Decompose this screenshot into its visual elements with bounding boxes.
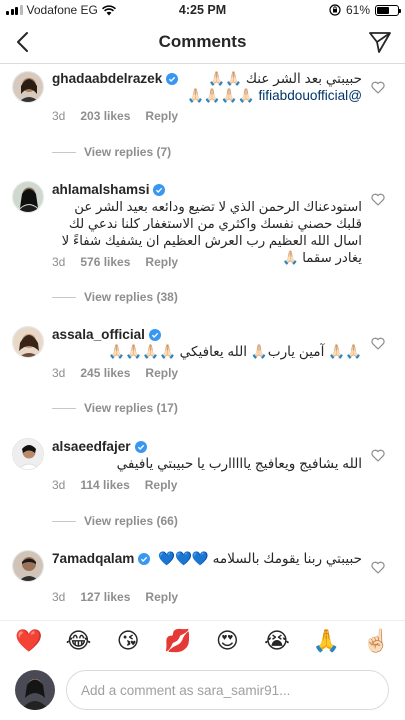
like-heart-icon[interactable] [371, 81, 385, 94]
comment-likes[interactable]: 203 likes [80, 109, 130, 123]
like-heart-icon[interactable] [371, 337, 385, 350]
view-replies-label: View replies (7) [84, 145, 172, 159]
verified-badge-icon [166, 72, 179, 85]
emoji-tears-of-joy-button[interactable]: 😂 [63, 628, 93, 653]
emoji-pray-button[interactable]: 🙏 [312, 628, 342, 653]
like-heart-icon[interactable] [371, 193, 385, 206]
like-heart-icon[interactable] [371, 449, 385, 462]
comment-input[interactable] [66, 670, 389, 710]
divider [52, 296, 76, 298]
comment-composer [0, 662, 405, 720]
comment-likes[interactable]: 576 likes [80, 255, 130, 269]
comment-time: 3d [52, 478, 66, 492]
view-replies-button[interactable]: View replies (66) [52, 514, 178, 528]
comment-username[interactable]: 7amadqalam [52, 550, 134, 567]
comment-text: حبيبتي بعد الشر عنك 🙏🏻🙏🏻 [208, 71, 362, 86]
emoji-point-up-button[interactable]: ☝🏻 [361, 628, 391, 653]
comment-item: 7amadqalam حبيبتي ربنا يقومك بالسلامه 💙💙… [0, 544, 405, 616]
emoji-quick-bar: ❤️ 😂 😘 💋 😍 😭 🙏 ☝🏻 [0, 620, 405, 660]
avatar[interactable] [12, 438, 44, 470]
comment-username[interactable]: assala_official [52, 326, 145, 343]
comment-text-line-2: @fifiabdouofficial 🙏🏻🙏🏻🙏🏻🙏🏻 [52, 87, 362, 104]
direct-send-icon[interactable] [367, 29, 393, 55]
divider [52, 151, 76, 153]
verified-badge-icon [138, 552, 151, 565]
reply-button[interactable]: Reply [145, 366, 178, 380]
avatar[interactable] [12, 550, 44, 582]
comment-item: ahlamalshamsi استودعناك الرحمن الذي لا ت… [0, 176, 405, 311]
reply-button[interactable]: Reply [145, 590, 178, 604]
battery-icon [375, 4, 401, 16]
view-replies-label: View replies (66) [84, 514, 178, 528]
battery-percent: 61% [345, 3, 370, 17]
comment-likes[interactable]: 127 likes [80, 590, 130, 604]
navigation-bar: Comments [0, 20, 405, 64]
comment-time: 3d [52, 255, 66, 269]
comment-time: 3d [52, 366, 66, 380]
divider [52, 520, 76, 522]
avatar[interactable] [12, 71, 44, 103]
comment-username[interactable]: ghadaabdelrazek [52, 70, 162, 87]
emoji-heart-eyes-button[interactable]: 😍 [212, 628, 242, 653]
verified-badge-icon [134, 440, 147, 453]
view-replies-button[interactable]: View replies (17) [52, 401, 178, 415]
comment-item: ghadaabdelrazek حبيبتي بعد الشر عنك 🙏🏻🙏🏻… [0, 64, 405, 164]
emoji-kiss-face-button[interactable]: 😘 [113, 628, 143, 653]
comment-text: 🙏🏻🙏🏻 آمين يارب🙏🏻 الله يعافيكي 🙏🏻🙏🏻🙏🏻🙏🏻 [108, 344, 362, 359]
comment-text-trail: 🙏🏻🙏🏻🙏🏻🙏🏻 [187, 88, 255, 103]
mention-link[interactable]: @fifiabdouofficial [259, 88, 363, 103]
view-replies-button[interactable]: View replies (38) [52, 290, 178, 304]
comment-time: 3d [52, 590, 66, 604]
back-chevron-icon[interactable] [12, 29, 36, 55]
comment-username[interactable]: ahlamalshamsi [52, 181, 149, 198]
comment-text: حبيبتي ربنا يقومك بالسلامه 💙💙💙 [158, 551, 362, 566]
emoji-red-heart-button[interactable]: ❤️ [14, 628, 44, 653]
view-replies-label: View replies (38) [84, 290, 178, 304]
reply-button[interactable]: Reply [145, 255, 178, 269]
reply-button[interactable]: Reply [145, 109, 178, 123]
page-title: Comments [158, 32, 247, 51]
view-replies-button[interactable]: View replies (7) [52, 145, 171, 159]
comment-likes[interactable]: 114 likes [80, 478, 129, 492]
emoji-kiss-mark-button[interactable]: 💋 [163, 628, 193, 653]
emoji-crying-button[interactable]: 😭 [262, 628, 292, 653]
comment-item: alsaeedfajer الله يشافيج ويعافيج يااااار… [0, 432, 405, 534]
like-heart-icon[interactable] [371, 561, 385, 574]
comment-text: الله يشافيج ويعافيج يااااارب يا حبيبتي ي… [116, 456, 362, 471]
avatar[interactable] [12, 181, 44, 213]
current-user-avatar [15, 670, 55, 710]
divider [52, 407, 76, 409]
status-bar: Vodafone EG 4:25 PM 61% [0, 0, 405, 20]
comment-item: assala_official 🙏🏻🙏🏻 آمين يارب🙏🏻 الله يع… [0, 320, 405, 422]
comment-username[interactable]: alsaeedfajer [52, 438, 131, 455]
reply-button[interactable]: Reply [145, 478, 178, 492]
avatar[interactable] [12, 326, 44, 358]
comment-time: 3d [52, 109, 66, 123]
verified-badge-icon [148, 328, 161, 341]
verified-badge-icon [153, 183, 166, 196]
view-replies-label: View replies (17) [84, 401, 178, 415]
comment-likes[interactable]: 245 likes [80, 366, 130, 380]
orientation-lock-icon [329, 4, 341, 16]
